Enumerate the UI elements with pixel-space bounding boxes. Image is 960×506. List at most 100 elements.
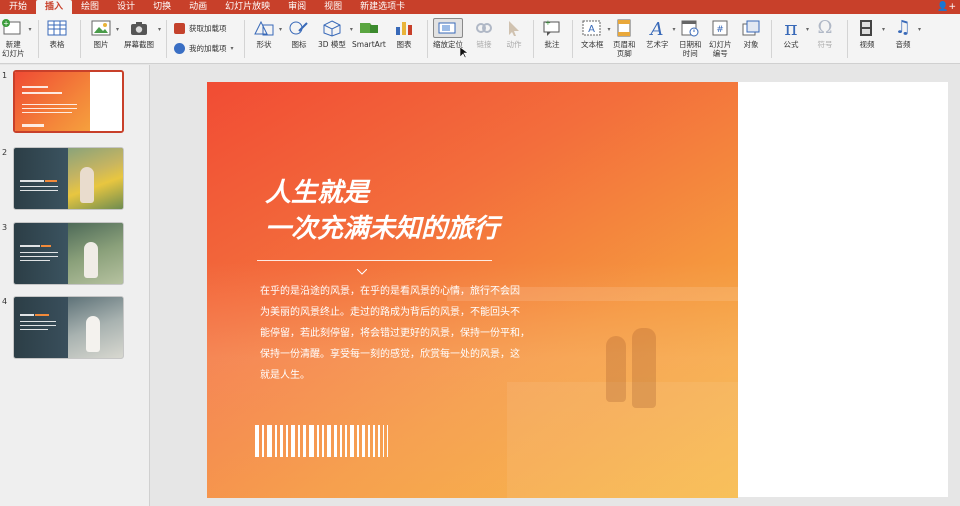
menu-insert[interactable]: 插入: [36, 0, 73, 14]
menu-slideshow[interactable]: 幻灯片放映: [216, 0, 279, 14]
video-label: 视频: [859, 40, 875, 49]
svg-text:A: A: [649, 19, 664, 37]
chevron-down-icon[interactable]: ▾: [158, 26, 161, 33]
body-line: 能停留，若此刻停留，将会错过更好的风景，保持一份平和，: [260, 328, 530, 339]
smartart-icon: [358, 18, 380, 38]
slide-thumbnail-2[interactable]: [13, 147, 124, 210]
thumbnail-title-line: [20, 180, 44, 182]
menu-new-tab[interactable]: 新建选项卡: [351, 0, 414, 14]
link-icon: [473, 18, 495, 38]
thumbnail-number: 4: [2, 297, 8, 306]
slide-thumbnail-1[interactable]: [13, 70, 124, 133]
my-addins-button[interactable]: 我的加载项 ▾: [174, 43, 234, 54]
thumbnail-text-line: [20, 329, 48, 330]
link-button[interactable]: 链接: [473, 18, 495, 64]
object-button[interactable]: 对象: [740, 18, 762, 64]
thumbnail-text-line: [20, 252, 58, 253]
svg-text:A: A: [588, 24, 595, 35]
thumbnail-person: [86, 316, 100, 352]
thumbnail-white-area: [90, 72, 122, 131]
comment-button[interactable]: + 批注: [541, 18, 563, 64]
table-icon: [46, 18, 68, 38]
new-slide-button[interactable]: + 新建 幻灯片 ▾: [2, 18, 32, 64]
screenshot-button[interactable]: 屏幕截图 ▾: [124, 18, 161, 64]
object-label: 对象: [743, 40, 759, 49]
icons-icon: [288, 18, 310, 38]
datetime-button[interactable]: 日期和 时间: [679, 18, 702, 64]
header-footer-button[interactable]: 页眉和 页脚: [613, 18, 636, 64]
body-line: 保持一份清醒。享受每一刻的感觉，欣赏每一处的风景，这: [260, 349, 520, 360]
chart-button[interactable]: 图表: [393, 18, 415, 64]
thumbnail-text-line: [20, 186, 58, 187]
menu-animations[interactable]: 动画: [180, 0, 216, 14]
picture-button[interactable]: 图片 ▾: [90, 18, 119, 64]
header-footer-label: 页眉和 页脚: [613, 40, 636, 58]
table-button[interactable]: 表格: [46, 18, 68, 64]
silhouette-person: [606, 336, 626, 402]
screenshot-label: 屏幕截图: [124, 40, 154, 49]
svg-text:#: #: [716, 25, 724, 35]
ribbon: + 新建 幻灯片 ▾ 表格 图片 ▾ 屏幕截图 ▾ 获取加载项 我的加载项 ▾: [0, 14, 960, 64]
wordart-icon: A: [646, 18, 668, 38]
shapes-button[interactable]: 形状 ▾: [253, 18, 282, 64]
chevron-down-icon[interactable]: ▾: [882, 26, 885, 33]
ribbon-separator: [244, 20, 245, 58]
thumbnail-title-accent: [45, 180, 57, 182]
cube-icon: [321, 18, 343, 38]
chevron-down-icon[interactable]: ▾: [28, 26, 31, 33]
chevron-down-icon[interactable]: ▾: [918, 26, 921, 33]
svg-text:+: +: [3, 20, 9, 28]
slide-white-area[interactable]: [738, 82, 948, 497]
smartart-button[interactable]: SmartArt: [352, 18, 386, 64]
menu-review[interactable]: 审阅: [279, 0, 315, 14]
chevron-down-icon[interactable]: ▾: [607, 26, 610, 33]
video-button[interactable]: 视频 ▾: [856, 18, 885, 64]
icons-button[interactable]: 图标: [288, 18, 310, 64]
slide-number-button[interactable]: # 幻灯片 编号: [709, 18, 732, 64]
slide-thumbnail-3[interactable]: [13, 222, 124, 285]
chevron-down-icon[interactable]: ▾: [279, 26, 282, 33]
thumbnail-text-line: [22, 108, 77, 109]
menu-draw[interactable]: 绘图: [72, 0, 108, 14]
main-slide[interactable]: 人生就是 一次充满未知的旅行 在乎的是沿途的风景，在乎的是看风景的心情，旅行不会…: [207, 82, 738, 498]
menu-design[interactable]: 设计: [108, 0, 144, 14]
slide-title[interactable]: 人生就是 一次充满未知的旅行: [265, 175, 499, 247]
picture-label: 图片: [93, 40, 109, 49]
store-icon: [174, 23, 185, 34]
equation-button[interactable]: π 公式 ▾: [780, 18, 810, 64]
body-line: 为美丽的风景终止。走过的路成为背后的风景，不能回头不: [260, 307, 520, 318]
get-addins-label: 获取加载项: [189, 24, 227, 33]
chevron-down-icon[interactable]: ▾: [672, 26, 675, 33]
thumbnail-title-line: [20, 245, 40, 247]
zoom-icon: [433, 18, 463, 38]
new-slide-label: 新建 幻灯片: [2, 40, 25, 58]
ribbon-separator: [166, 20, 167, 58]
thumbnail-title-accent: [41, 245, 51, 247]
zoom-button[interactable]: 缩放定位: [433, 18, 463, 64]
action-button[interactable]: 动作: [503, 18, 525, 64]
textbox-button[interactable]: A 文本框 ▾: [581, 18, 611, 64]
thumbnail-title-accent: [35, 314, 49, 316]
slide-thumbnail-4[interactable]: [13, 296, 124, 359]
music-note-icon: ♫: [894, 17, 912, 38]
3d-model-button[interactable]: 3D 模型 ▾: [318, 18, 353, 64]
chevron-down-icon[interactable]: ▾: [116, 26, 119, 33]
slide-body-text[interactable]: 在乎的是沿途的风景，在乎的是看风景的心情，旅行不会因 为美丽的风景终止。走过的路…: [260, 281, 560, 386]
chevron-down-icon[interactable]: ▾: [231, 45, 234, 52]
silhouette-person: [632, 328, 656, 408]
comment-icon: +: [541, 18, 563, 38]
thumbnail-text-line: [20, 260, 50, 261]
addins-icon: [174, 43, 185, 54]
3d-model-label: 3D 模型: [318, 40, 346, 49]
thumbnail-person: [84, 242, 98, 278]
menu-transitions[interactable]: 切换: [144, 0, 180, 14]
menu-home[interactable]: 开始: [0, 0, 36, 14]
audio-button[interactable]: ♫ 音频 ▾: [892, 17, 921, 64]
get-addins-button[interactable]: 获取加载项: [174, 23, 227, 34]
share-user-icon[interactable]: 👤+: [937, 0, 956, 14]
symbol-button[interactable]: Ω 符号: [814, 18, 836, 64]
menu-bar: 开始 插入 绘图 设计 切换 动画 幻灯片放映 审阅 视图 新建选项卡 👤+: [0, 0, 960, 14]
wordart-button[interactable]: A 艺术字 ▾: [646, 18, 676, 64]
chevron-down-icon[interactable]: ▾: [806, 26, 809, 33]
menu-view[interactable]: 视图: [315, 0, 351, 14]
